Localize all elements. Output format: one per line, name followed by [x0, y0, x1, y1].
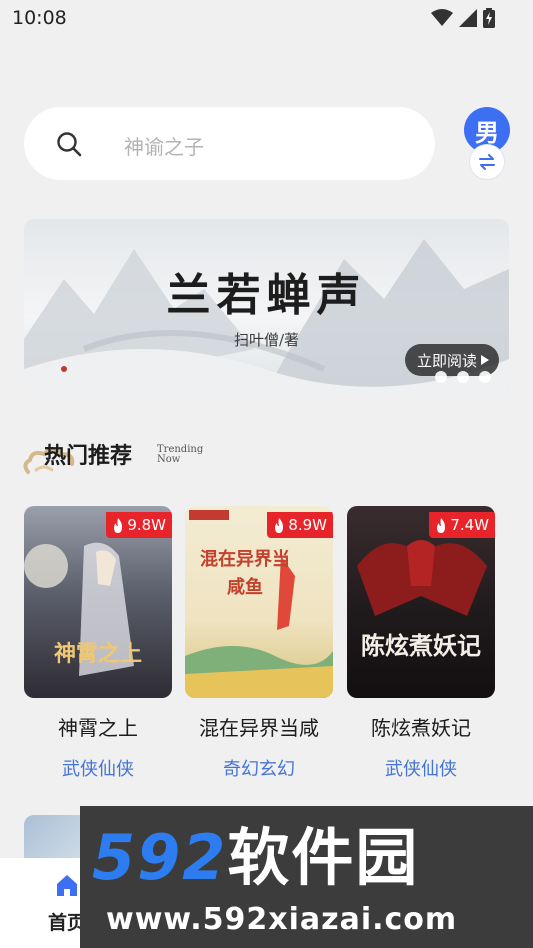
home-icon [57, 875, 77, 896]
book-cover[interactable]: 8.9W 混在异界当咸鱼 [185, 506, 333, 698]
book-card[interactable]: 8.9W 混在异界当咸鱼 混在异界当咸 奇幻玄幻 [185, 506, 333, 781]
swap-gender-button[interactable] [469, 144, 505, 180]
book-genre[interactable]: 武侠仙侠 [24, 755, 172, 781]
book-title[interactable]: 神霄之上 [24, 712, 172, 741]
gender-toggle[interactable]: 男 [464, 107, 510, 180]
book-card[interactable]: 7.4W 陈炫煮妖记 陈炫煮妖记 武侠仙侠 [347, 506, 495, 781]
search-placeholder: 神谕之子 [124, 135, 204, 159]
battery-charging-icon [483, 8, 495, 28]
status-icons [431, 8, 495, 28]
book-cover[interactable]: 9.8W 神霄之上 [24, 506, 172, 698]
heat-value: 9.8W [127, 516, 166, 534]
carousel-dot[interactable] [457, 371, 469, 383]
section-title: 热门推荐 [44, 443, 133, 469]
watermark-url: www.592xiazai.com [106, 902, 458, 937]
status-time: 10:08 [12, 7, 67, 29]
watermark: 592软件园 www.592xiazai.com [80, 806, 533, 948]
heat-badge: 7.4W [429, 512, 495, 538]
carousel-indicator [435, 371, 491, 383]
book-title[interactable]: 陈炫煮妖记 [347, 712, 495, 741]
signal-icon [459, 9, 477, 27]
book-cover[interactable]: 7.4W 陈炫煮妖记 [347, 506, 495, 698]
section-subtitle-line2: Now [157, 454, 181, 465]
search-icon [57, 132, 82, 157]
play-arrow-icon [481, 355, 490, 365]
status-bar: 10:08 [0, 0, 533, 36]
watermark-logo: 592软件园 [92, 826, 419, 890]
banner-title: 兰若蝉声 [166, 270, 367, 321]
book-genre[interactable]: 奇幻玄幻 [185, 755, 333, 781]
read-now-label: 立即阅读 [417, 351, 478, 370]
fire-icon [437, 517, 446, 533]
banner-carousel[interactable]: 兰若蝉声 扫叶僧/著 立即阅读 [24, 219, 509, 397]
heat-value: 7.4W [450, 516, 489, 534]
heat-value: 8.9W [288, 516, 327, 534]
search-input[interactable]: 神谕之子 [24, 107, 435, 180]
book-genre[interactable]: 武侠仙侠 [347, 755, 495, 781]
cover-title: 混在异界当咸鱼 [200, 549, 290, 598]
carousel-dot[interactable] [479, 371, 491, 383]
section-subtitle: Trending Now [157, 445, 203, 465]
cover-title: 神霄之上 [53, 641, 142, 667]
heat-badge: 9.8W [106, 512, 172, 538]
swap-arrows-icon [479, 154, 495, 170]
section-header: 热门推荐 Trending Now [22, 432, 262, 482]
fire-icon [275, 517, 284, 533]
carousel-dot[interactable] [435, 371, 447, 383]
book-title[interactable]: 混在异界当咸 [185, 712, 333, 741]
watermark-logo-num: 592 [92, 821, 228, 894]
cover-title: 陈炫煮妖记 [361, 631, 481, 660]
fire-icon [114, 517, 123, 533]
book-card[interactable]: 9.8W 神霄之上 神霄之上 武侠仙侠 [24, 506, 172, 781]
watermark-logo-text: 软件园 [227, 821, 420, 894]
heat-badge: 8.9W [267, 512, 333, 538]
wifi-icon [431, 9, 453, 26]
